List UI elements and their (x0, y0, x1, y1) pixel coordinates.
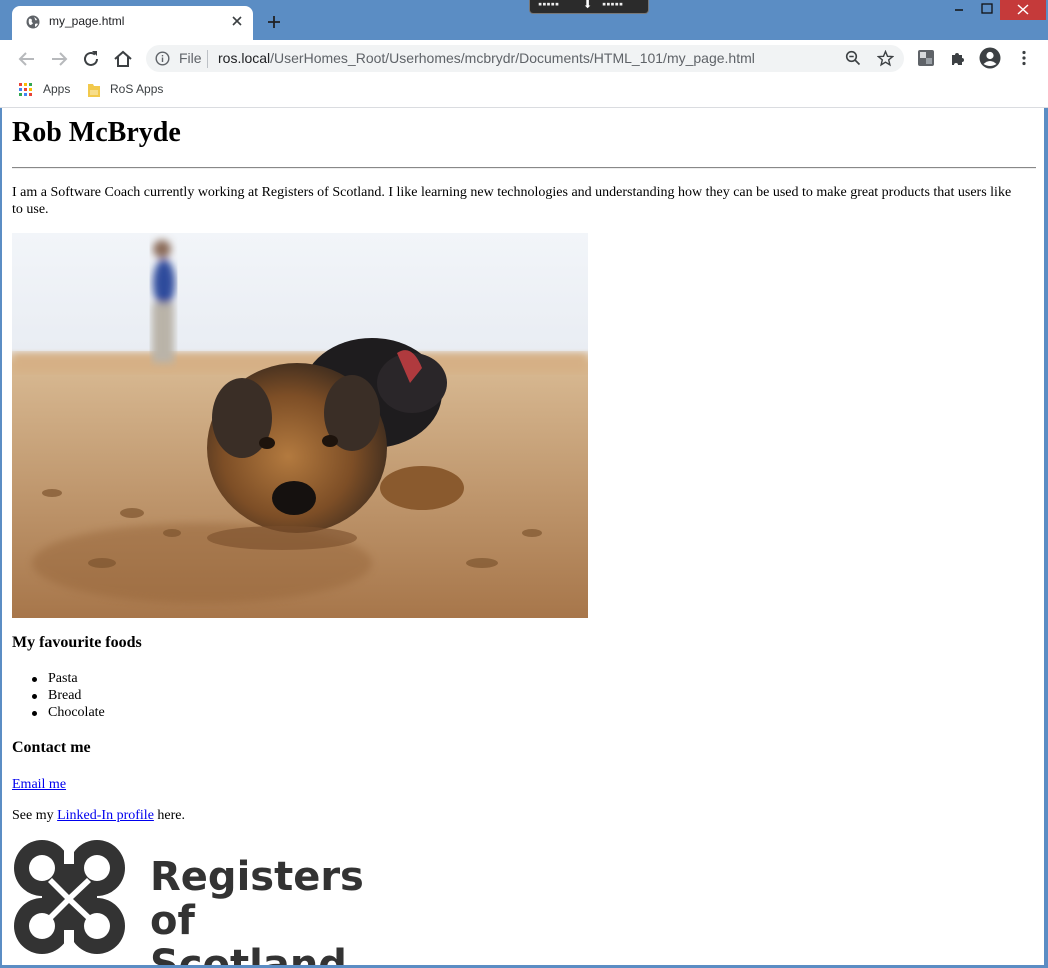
back-icon[interactable] (16, 48, 38, 70)
list-item: Bread (12, 687, 105, 704)
bookmarks-bar: Apps RoS Apps (0, 76, 1048, 108)
grip-dots-icon: ▪▪▪▪▪ (602, 0, 624, 8)
info-icon[interactable] (155, 51, 170, 66)
page-title: Rob McBryde (12, 117, 181, 148)
remote-session-handle[interactable]: ▪▪▪▪▪ ⬇ ▪▪▪▪▪ (529, 0, 649, 14)
bookmark-apps[interactable]: Apps (43, 82, 70, 96)
foods-list: Pasta Bread Chocolate (12, 670, 105, 721)
zoom-icon[interactable] (845, 50, 861, 66)
ros-logo: Registers of Scotland (12, 838, 372, 965)
home-icon[interactable] (112, 48, 134, 70)
page-content: Rob McBryde I am a Software Coach curren… (2, 108, 1044, 965)
logo-text-line1: Registers (150, 854, 364, 900)
logo-text-line2: of Scotland (150, 898, 347, 965)
linkedin-suffix: here. (153, 808, 185, 823)
reload-icon[interactable] (80, 48, 102, 70)
ros-knot-icon (14, 840, 125, 954)
puzzle-icon[interactable] (948, 48, 968, 68)
maximize-icon[interactable] (976, 0, 998, 20)
horizontal-rule (12, 167, 1036, 169)
profile-avatar-icon[interactable] (979, 47, 1001, 69)
url-text[interactable]: ros.local/UserHomes_Root/Userhomes/mcbry… (218, 50, 755, 66)
email-paragraph: Email me (12, 776, 66, 793)
window-close-icon[interactable] (1000, 0, 1046, 20)
forward-icon[interactable] (48, 48, 70, 70)
title-bar: my_page.html ▪▪▪▪▪ ⬇ ▪▪▪▪▪ (0, 0, 1048, 40)
contact-heading: Contact me (12, 739, 91, 756)
foods-heading: My favourite foods (12, 634, 142, 651)
address-bar[interactable]: File ros.local/UserHomes_Root/Userhomes/… (146, 45, 904, 72)
email-link[interactable]: Email me (12, 777, 66, 792)
intro-paragraph: I am a Software Coach currently working … (12, 185, 1012, 217)
linkedin-link[interactable]: Linked-In profile (57, 808, 154, 823)
minimize-icon[interactable] (948, 0, 970, 20)
url-host: ros.local (218, 50, 271, 66)
url-path: /UserHomes_Root/Userhomes/mcbrydr/Docume… (270, 50, 755, 66)
bookmark-ros-apps[interactable]: RoS Apps (110, 82, 163, 96)
linkedin-prefix: See my (12, 808, 58, 823)
linkedin-paragraph: See my Linked-In profile here. (12, 807, 185, 824)
browser-window: my_page.html ▪▪▪▪▪ ⬇ ▪▪▪▪▪ File ros.loca… (0, 0, 1048, 968)
chevron-down-icon: ⬇ (583, 0, 593, 11)
grip-dots-icon: ▪▪▪▪▪ (538, 0, 560, 8)
browser-toolbar: File ros.local/UserHomes_Root/Userhomes/… (0, 40, 1048, 76)
apps-grid-icon (19, 83, 32, 96)
list-item: Pasta (12, 670, 105, 687)
folder-icon (88, 84, 100, 97)
tab-title: my_page.html (49, 14, 125, 28)
close-tab-icon[interactable] (230, 14, 244, 28)
divider (207, 50, 208, 68)
list-item: Chocolate (12, 704, 105, 721)
extension-tile-icon[interactable] (916, 48, 936, 68)
browser-tab[interactable]: my_page.html (12, 6, 253, 40)
globe-icon (26, 15, 40, 29)
new-tab-icon[interactable] (266, 14, 282, 30)
scheme-label: File (179, 50, 202, 66)
dog-photo (12, 233, 588, 618)
star-icon[interactable] (877, 50, 894, 67)
menu-dots-icon[interactable] (1014, 48, 1034, 68)
